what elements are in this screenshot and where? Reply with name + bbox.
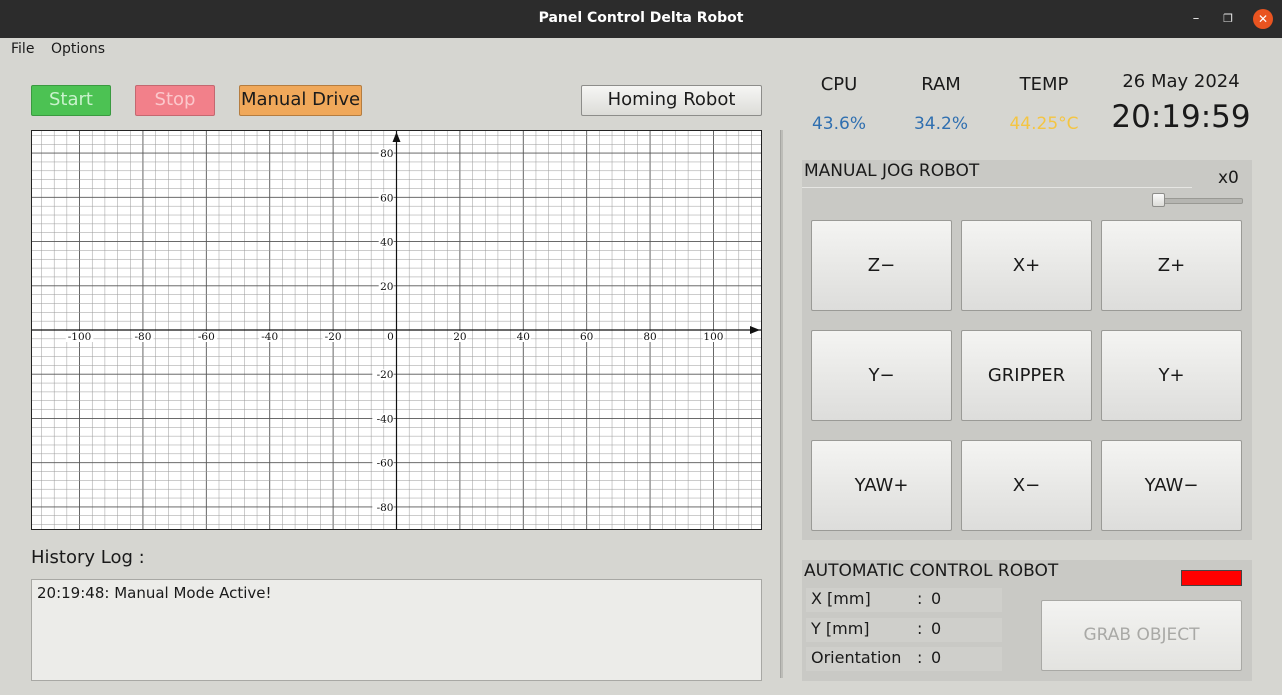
history-log[interactable]: 20:19:48: Manual Mode Active! <box>31 579 762 681</box>
current-date: 26 May 2024 <box>1122 71 1240 92</box>
temp-label: TEMP <box>1019 74 1069 95</box>
title-bar: Panel Control Delta Robot – ❐ ✕ <box>0 0 1282 38</box>
menu-file[interactable]: File <box>11 41 34 57</box>
jog-y-plus-button[interactable]: Y+ <box>1101 330 1242 421</box>
y-value: 0 <box>931 619 942 638</box>
current-time: 20:19:59 <box>1111 99 1251 135</box>
x-tick-label: -40 <box>261 331 278 343</box>
manual-jog-title: MANUAL JOG ROBOT <box>804 161 980 181</box>
window-title: Panel Control Delta Robot <box>538 10 744 26</box>
y-tick-label: 40 <box>380 237 393 249</box>
status-indicator <box>1181 570 1242 586</box>
gripper-button[interactable]: GRIPPER <box>961 330 1092 421</box>
stop-button[interactable]: Stop <box>135 85 215 116</box>
x-tick-label: -60 <box>198 331 215 343</box>
jog-x-plus-button[interactable]: X+ <box>961 220 1092 311</box>
jog-y-minus-button[interactable]: Y− <box>811 330 952 421</box>
x-tick-label: 60 <box>580 331 593 343</box>
jog-speed-slider[interactable] <box>1152 198 1243 204</box>
jog-yaw-minus-button[interactable]: YAW− <box>1101 440 1242 531</box>
orientation-value: 0 <box>931 648 942 667</box>
x-value: 0 <box>931 589 942 608</box>
x-axis-arrow-icon <box>750 326 760 334</box>
history-entry: 20:19:48: Manual Mode Active! <box>37 584 272 602</box>
y-separator: : <box>917 619 923 638</box>
x-tick-label: -100 <box>68 331 92 343</box>
y-label: Y [mm] <box>811 619 870 638</box>
jog-yaw-plus-button[interactable]: YAW+ <box>811 440 952 531</box>
automatic-control-title: AUTOMATIC CONTROL ROBOT <box>804 561 1059 581</box>
x-separator: : <box>917 589 923 608</box>
x-tick-label: 100 <box>703 331 723 343</box>
history-log-label: History Log : <box>31 547 145 568</box>
y-tick-label: -20 <box>377 369 394 381</box>
x-tick-label: 20 <box>453 331 466 343</box>
cpu-label: CPU <box>820 74 858 95</box>
close-icon[interactable]: ✕ <box>1253 9 1273 29</box>
x-label: X [mm] <box>811 589 871 608</box>
y-tick-label: 60 <box>380 192 393 204</box>
y-field-row: Y [mm] : 0 <box>806 618 1002 642</box>
ram-label: RAM <box>921 74 961 95</box>
orientation-separator: : <box>917 648 923 667</box>
jog-speed-label: x0 <box>1218 168 1239 188</box>
panel-divider <box>780 130 783 678</box>
x-tick-label: -20 <box>325 331 342 343</box>
orientation-field-row: Orientation : 0 <box>806 647 1002 671</box>
temp-value: 44.25°C <box>1009 114 1079 134</box>
y-tick-label: -80 <box>377 502 394 514</box>
jog-x-minus-button[interactable]: X− <box>961 440 1092 531</box>
orientation-label: Orientation <box>811 648 902 667</box>
ram-value: 34.2% <box>913 114 968 134</box>
menu-bar: File Options <box>0 38 1282 60</box>
x-tick-label: 40 <box>517 331 530 343</box>
y-tick-label: -40 <box>377 413 394 425</box>
jog-z-plus-button[interactable]: Z+ <box>1101 220 1242 311</box>
start-button[interactable]: Start <box>31 85 111 116</box>
y-tick-label: -60 <box>377 458 394 470</box>
y-tick-label: 80 <box>380 148 393 160</box>
x-tick-label: 80 <box>643 331 656 343</box>
jog-speed-slider-handle[interactable] <box>1152 193 1165 207</box>
grab-object-button[interactable]: GRAB OBJECT <box>1041 600 1242 671</box>
x-tick-label: 0 <box>387 331 394 343</box>
homing-robot-button[interactable]: Homing Robot <box>581 85 762 116</box>
x-field-row: X [mm] : 0 <box>806 588 1002 612</box>
jog-z-minus-button[interactable]: Z− <box>811 220 952 311</box>
menu-options[interactable]: Options <box>51 41 105 57</box>
minimize-icon[interactable]: – <box>1186 9 1206 29</box>
plot-canvas: -100 -80 -60 -40 -20 0 20 40 60 80 100 80 60 40 20 -20 -… <box>32 131 761 529</box>
y-axis-arrow-icon <box>392 132 401 142</box>
position-plot[interactable]: -100 -80 -60 -40 -20 0 20 40 60 80 100 80 60 40 20 -20 -… <box>31 130 762 530</box>
manual-drive-button[interactable]: Manual Drive <box>239 85 362 116</box>
maximize-icon[interactable]: ❐ <box>1218 9 1238 29</box>
cpu-value: 43.6% <box>811 114 866 134</box>
x-tick-label: -80 <box>134 331 151 343</box>
y-tick-label: 20 <box>380 281 393 293</box>
